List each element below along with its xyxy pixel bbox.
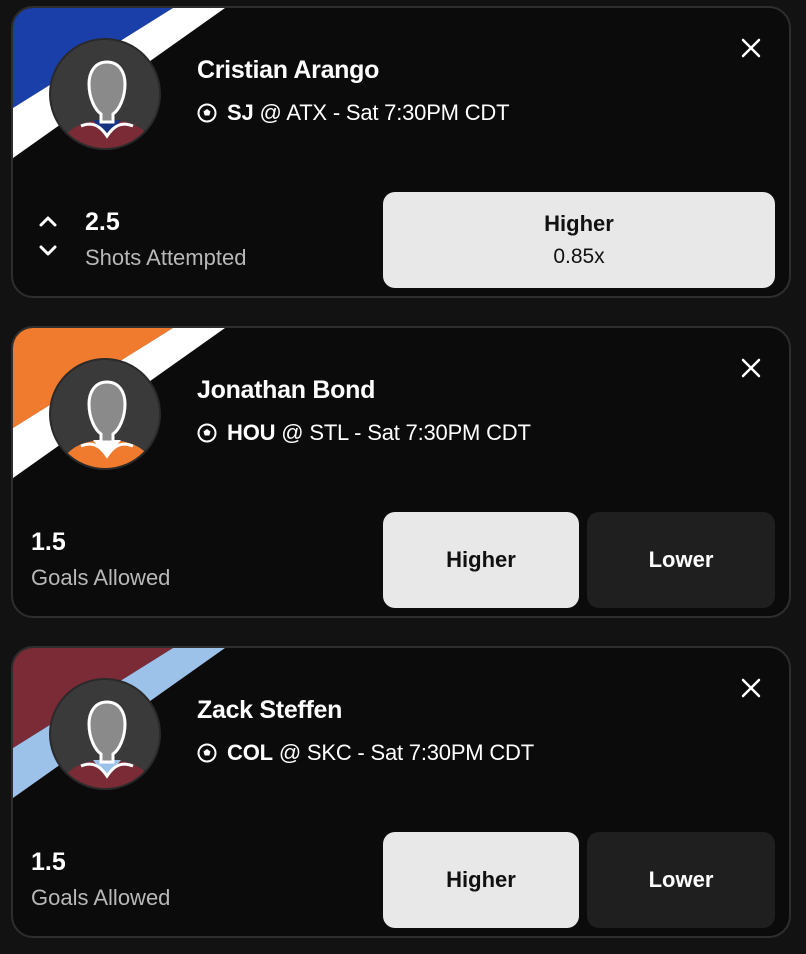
game-info: COL @ SKC - Sat 7:30PM CDT [197,740,534,766]
higher-label: Higher [446,867,516,892]
higher-button[interactable]: Higher [383,832,579,928]
matchup-time: @ SKC - Sat 7:30PM CDT [278,740,534,765]
matchup-time: @ STL - Sat 7:30PM CDT [281,420,531,445]
game-info: HOU @ STL - Sat 7:30PM CDT [197,420,531,446]
lower-label: Lower [648,547,714,572]
line-value: 1.5 [31,848,66,876]
chevron-down-icon[interactable] [37,244,59,258]
lower-label: Lower [648,867,714,892]
pick-card: Zack Steffen COL @ SKC - Sat 7:30PM CDT … [11,646,791,938]
multiplier: 0.85x [553,245,605,268]
stat-label: Goals Allowed [31,565,171,590]
player-name: Jonathan Bond [197,376,376,404]
player-name: Cristian Arango [197,56,380,84]
higher-label: Higher [446,547,516,572]
close-icon[interactable] [737,34,765,62]
close-icon[interactable] [737,354,765,382]
pick-card: Cristian Arango SJ @ ATX - Sat 7:30PM CD… [11,6,791,298]
soccer-ball-icon [197,743,217,763]
player-avatar [49,678,161,790]
chevron-up-icon[interactable] [37,214,59,228]
player-avatar [49,358,161,470]
line-adjuster [37,214,59,258]
player-name: Zack Steffen [197,696,343,724]
lower-button[interactable]: Lower [587,832,775,928]
higher-button[interactable]: Higher [383,512,579,608]
stat-label: Shots Attempted [85,245,247,270]
player-avatar [49,38,161,150]
home-team: SJ [227,100,254,125]
stat-label: Goals Allowed [31,885,171,910]
soccer-ball-icon [197,103,217,123]
line-value: 2.5 [85,208,120,236]
matchup-time: @ ATX - Sat 7:30PM CDT [259,100,510,125]
stat-line: 2.5 Shots Attempted [85,208,246,271]
lower-button[interactable]: Lower [587,512,775,608]
close-icon[interactable] [737,674,765,702]
higher-label: Higher [544,211,614,236]
soccer-ball-icon [197,423,217,443]
home-team: HOU [227,420,276,445]
home-team: COL [227,740,273,765]
higher-button[interactable]: Higher 0.85x [383,192,775,288]
stat-line: 1.5 Goals Allowed [31,528,170,591]
stat-line: 1.5 Goals Allowed [31,848,170,911]
line-value: 1.5 [31,528,66,556]
pick-card: Jonathan Bond HOU @ STL - Sat 7:30PM CDT… [11,326,791,618]
game-info: SJ @ ATX - Sat 7:30PM CDT [197,100,510,126]
